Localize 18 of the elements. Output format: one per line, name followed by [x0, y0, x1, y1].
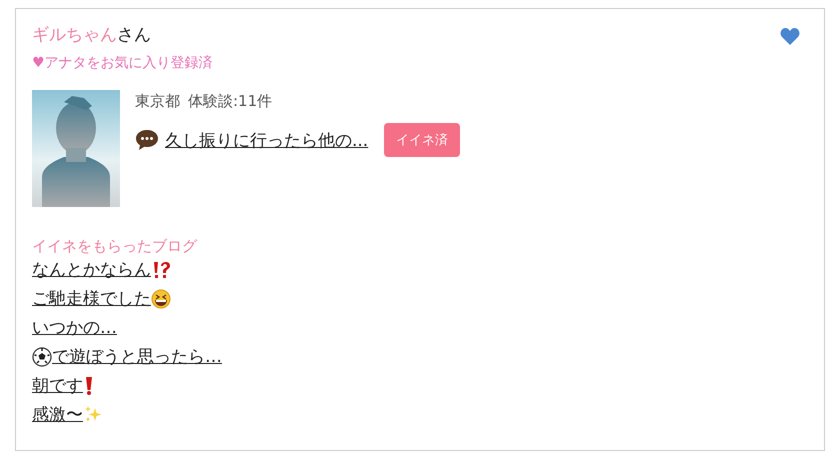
exclamation-icon	[83, 376, 95, 396]
name-suffix: さん	[117, 24, 151, 46]
experience-count: 体験談:11件	[188, 92, 272, 111]
blog-link[interactable]: ご馳走様でした	[32, 288, 171, 310]
exclamation-question-icon	[151, 260, 171, 280]
blog-link[interactable]: 朝です	[32, 375, 95, 397]
soccer-ball-icon	[32, 347, 52, 367]
speech-bubble-icon	[135, 129, 159, 151]
blog-link[interactable]: なんとかならん	[32, 259, 171, 281]
blog-link[interactable]: いつかの…	[32, 317, 117, 339]
blog-link[interactable]: 感激〜	[32, 404, 103, 426]
blog-link[interactable]: で遊ぼうと思ったら…	[32, 346, 222, 368]
laughing-face-icon	[151, 289, 171, 309]
heart-icon[interactable]	[780, 27, 800, 46]
favorite-status: ♥アナタをお気に入り登録済	[32, 54, 214, 72]
location: 東京都	[135, 92, 180, 111]
section-heading: イイネをもらったブログ	[32, 237, 198, 256]
post-link[interactable]: 久し振りに行ったら他の...	[165, 128, 368, 152]
